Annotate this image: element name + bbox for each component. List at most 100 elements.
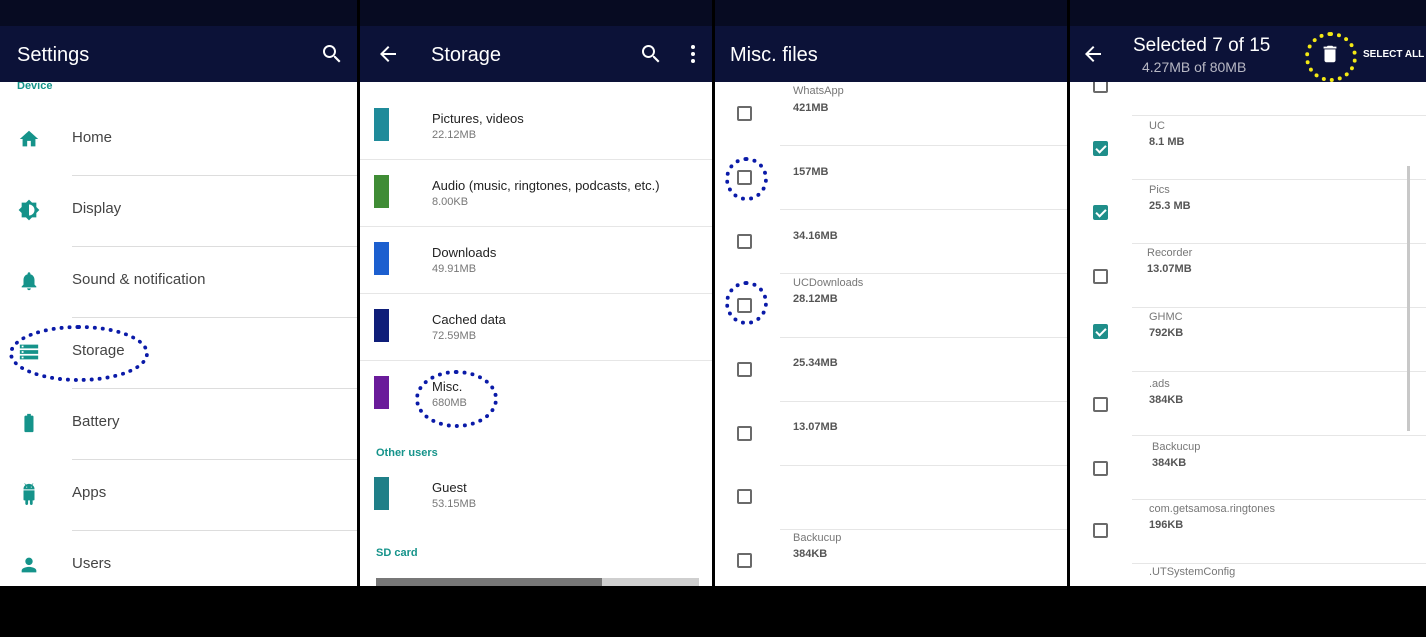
- checkbox[interactable]: [1093, 269, 1108, 284]
- page-title: Storage: [431, 44, 502, 66]
- sd-card-usage-bar: [376, 578, 699, 586]
- storage-item-pictures[interactable]: Pictures, videos 22.12MB: [360, 93, 712, 159]
- highlight-checkbox-circle: [725, 157, 768, 201]
- search-icon[interactable]: [639, 42, 663, 66]
- android-icon: [23, 483, 35, 505]
- status-bar: [360, 0, 712, 26]
- sd-card-usage-fill: [376, 578, 603, 586]
- folder-size: 13.07MB: [1147, 263, 1192, 275]
- settings-item-label: Users: [72, 555, 112, 572]
- folder-name: .ads: [1149, 378, 1170, 390]
- checkbox[interactable]: [737, 234, 752, 249]
- color-swatch: [374, 175, 389, 208]
- settings-screen: Device Home Display Sound & notification…: [0, 0, 357, 586]
- checkbox[interactable]: [1093, 397, 1108, 412]
- folder-size: 384KB: [793, 548, 828, 560]
- folder-size: 157MB: [793, 166, 829, 178]
- folder-size: 28.12MB: [793, 293, 838, 305]
- list-item[interactable]: 13.07MB: [715, 402, 1067, 465]
- list-item[interactable]: .ads 384KB: [1070, 372, 1426, 435]
- settings-item-users[interactable]: Users: [0, 531, 357, 586]
- storage-appbar: Storage: [360, 0, 712, 82]
- checkbox-checked[interactable]: [1093, 205, 1108, 220]
- storage-item-name: Audio (music, ringtones, podcasts, etc.): [432, 178, 660, 193]
- list-item[interactable]: .UTSystemConfig: [1070, 564, 1426, 586]
- checkbox[interactable]: [737, 426, 752, 441]
- storage-item-cached[interactable]: Cached data 72.59MB: [360, 294, 712, 360]
- storage-panel: Pictures, videos 22.12MB Audio (music, r…: [360, 0, 712, 637]
- settings-appbar: Settings: [0, 0, 357, 82]
- folder-name: UCDownloads: [793, 277, 864, 289]
- folder-name: GHMC: [1149, 311, 1183, 323]
- settings-item-battery[interactable]: Battery: [0, 389, 357, 459]
- misc-screen: WhatsApp 421MB 157MB 34.16MB UCDownloads…: [715, 0, 1067, 586]
- checkbox[interactable]: [1093, 461, 1108, 476]
- back-arrow-icon[interactable]: [376, 42, 400, 66]
- folder-name: Backucup: [793, 532, 842, 544]
- checkbox[interactable]: [1093, 523, 1108, 538]
- folder-name: Recorder: [1147, 247, 1193, 259]
- checkbox-checked[interactable]: [1093, 324, 1108, 339]
- storage-item-downloads[interactable]: Downloads 49.91MB: [360, 227, 712, 293]
- settings-item-label: Display: [72, 200, 122, 217]
- settings-item-label: Sound & notification: [72, 271, 206, 288]
- selection-subtitle: 4.27MB of 80MB: [1142, 59, 1247, 75]
- folder-size: 13.07MB: [793, 421, 838, 433]
- list-item[interactable]: GHMC 792KB: [1070, 308, 1426, 371]
- checkbox[interactable]: [737, 489, 752, 504]
- overflow-menu-icon[interactable]: [681, 42, 705, 66]
- list-item[interactable]: 25.34MB: [715, 338, 1067, 401]
- storage-item-guest[interactable]: Guest 53.15MB: [360, 462, 712, 528]
- highlight-trash-circle: [1305, 32, 1357, 82]
- folder-size: 421MB: [793, 102, 829, 114]
- list-item[interactable]: com.getsamosa.ringtones 196KB: [1070, 500, 1426, 563]
- storage-item-name: Pictures, videos: [432, 111, 524, 126]
- status-bar: [0, 0, 357, 26]
- storage-item-audio[interactable]: Audio (music, ringtones, podcasts, etc.)…: [360, 160, 712, 226]
- list-item[interactable]: 34.16MB: [715, 210, 1067, 273]
- user-icon: [21, 557, 37, 573]
- settings-item-sound[interactable]: Sound & notification: [0, 247, 357, 317]
- highlight-storage-circle: [9, 325, 149, 382]
- storage-screen: Pictures, videos 22.12MB Audio (music, r…: [360, 0, 712, 586]
- highlight-checkbox-circle: [725, 281, 768, 325]
- color-swatch: [374, 242, 389, 275]
- back-arrow-icon[interactable]: [1081, 42, 1105, 66]
- status-bar: [715, 0, 1067, 26]
- list-item[interactable]: UC 8.1 MB: [1070, 116, 1426, 179]
- folder-size: 196KB: [1149, 519, 1184, 531]
- storage-item-name: Guest: [432, 480, 467, 495]
- list-item[interactable]: [715, 466, 1067, 529]
- folder-size: 8.1 MB: [1149, 136, 1185, 148]
- color-swatch: [374, 309, 389, 342]
- select-all-button[interactable]: SELECT ALL: [1363, 49, 1424, 60]
- selection-screen: UC 8.1 MB Pics 25.3 MB Recorder 13.07MB …: [1070, 0, 1426, 586]
- storage-item-name: Downloads: [432, 245, 497, 260]
- misc-appbar: Misc. files: [715, 0, 1067, 82]
- search-icon[interactable]: [320, 42, 344, 66]
- folder-size: 384KB: [1152, 457, 1187, 469]
- checkbox[interactable]: [737, 106, 752, 121]
- settings-item-display[interactable]: Display: [0, 176, 357, 246]
- list-item[interactable]: WhatsApp 421MB: [715, 82, 1067, 145]
- storage-item-size: 8.00KB: [432, 196, 469, 208]
- misc-files-panel: WhatsApp 421MB 157MB 34.16MB UCDownloads…: [715, 0, 1067, 637]
- battery-icon: [24, 413, 34, 433]
- selection-title: Selected 7 of 15: [1133, 35, 1271, 56]
- storage-item-misc[interactable]: Misc. 680MB: [360, 361, 712, 427]
- checkbox-checked[interactable]: [1093, 141, 1108, 156]
- list-item[interactable]: Backucup 384KB: [1070, 436, 1426, 499]
- list-item[interactable]: Pics 25.3 MB: [1070, 180, 1426, 243]
- settings-panel: Device Home Display Sound & notification…: [0, 0, 357, 637]
- list-item[interactable]: Backucup 384KB: [715, 530, 1067, 586]
- settings-item-apps[interactable]: Apps: [0, 460, 357, 530]
- settings-item-home[interactable]: Home: [0, 105, 357, 175]
- checkbox[interactable]: [737, 553, 752, 568]
- list-item[interactable]: Recorder 13.07MB: [1070, 244, 1426, 307]
- bottom-bar: [0, 586, 357, 637]
- scrollbar[interactable]: [1407, 166, 1410, 431]
- page-title: Misc. files: [730, 44, 818, 66]
- folder-name: Backucup: [1152, 441, 1201, 453]
- color-swatch: [374, 108, 389, 141]
- checkbox[interactable]: [737, 362, 752, 377]
